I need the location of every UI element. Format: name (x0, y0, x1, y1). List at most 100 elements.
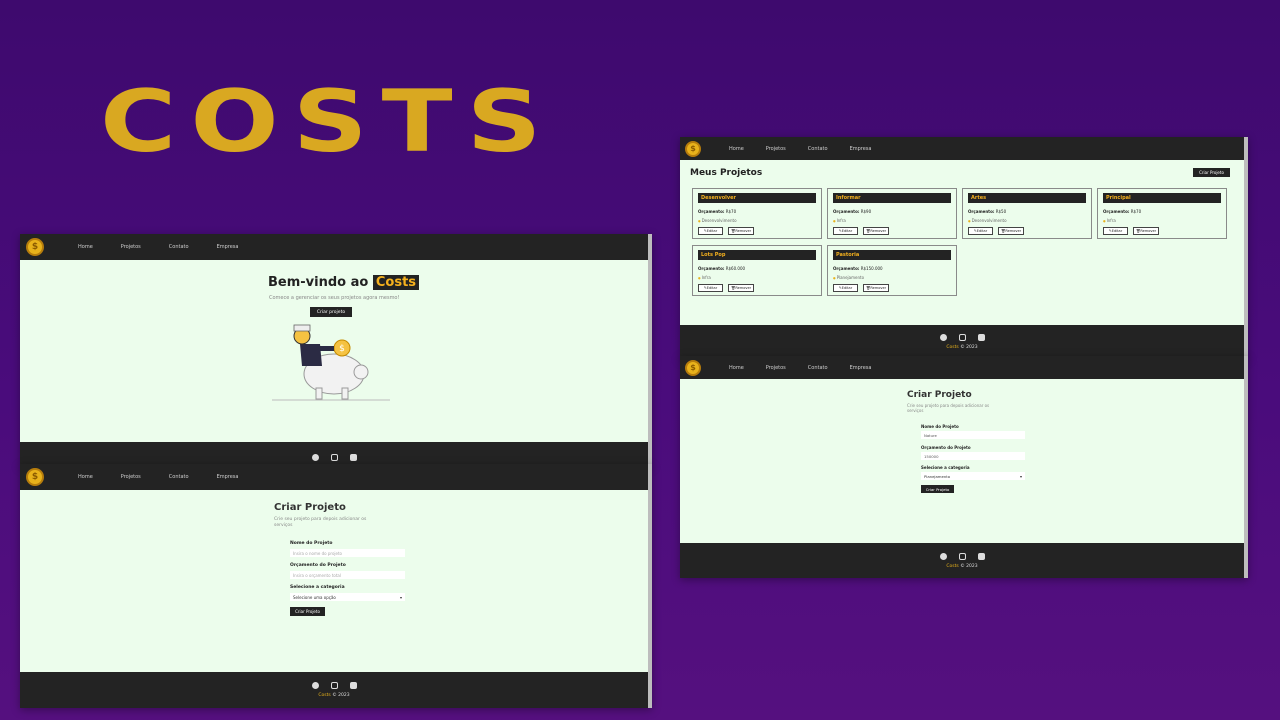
edit-project-button[interactable]: ✎Editar (1103, 227, 1128, 235)
remove-project-button[interactable]: 🗑Remover (863, 227, 889, 235)
project-budget-input[interactable]: 150000 (921, 452, 1025, 460)
linkedin-icon[interactable] (977, 334, 985, 341)
nav-link-contato[interactable]: Contato (169, 244, 189, 250)
footer-year: © 2023 (960, 563, 978, 569)
navbar: $ Home Projetos Contato Empresa (20, 234, 648, 260)
create-footer: Costs © 2023 (20, 672, 648, 708)
category-select-value: Planejamento (924, 473, 951, 479)
category-text: Infra (836, 218, 846, 223)
nav-link-projetos[interactable]: Projetos (121, 244, 141, 250)
form-subtitle: Crie seu projeto para depois adicionar o… (907, 403, 990, 413)
facebook-icon[interactable] (939, 334, 947, 341)
form-subtitle: Crie seu projeto para depois adicionar o… (274, 517, 367, 528)
category-select[interactable]: Selecione uma opção ▾ (290, 593, 405, 601)
category-label: Selecione a categoria (290, 585, 345, 590)
project-card-category: ● Planejamento (833, 275, 864, 280)
nav-link-empresa[interactable]: Empresa (850, 365, 872, 371)
nav-link-empresa[interactable]: Empresa (217, 244, 239, 250)
edit-project-button[interactable]: ✎Editar (968, 227, 993, 235)
edit-project-button[interactable]: ✎Editar (833, 227, 858, 235)
project-card-category: ● Desenvolvimento (698, 218, 737, 223)
copyright-text: Costs © 2023 (946, 564, 977, 569)
remove-project-button[interactable]: 🗑Remover (728, 227, 754, 235)
nav-link-empresa[interactable]: Empresa (217, 474, 239, 480)
instagram-icon[interactable] (958, 334, 966, 341)
nav-link-home[interactable]: Home (78, 474, 93, 480)
nav-link-contato[interactable]: Contato (169, 474, 189, 480)
edit-project-button[interactable]: ✎Editar (833, 284, 858, 292)
project-card-category: ● Desenvolvimento (968, 218, 1007, 223)
instagram-icon[interactable] (330, 453, 338, 461)
project-card-category: ● Infra (698, 275, 711, 280)
criar-projeto-submit-button[interactable]: Criar Projeto (290, 607, 325, 616)
facebook-icon[interactable] (311, 453, 319, 461)
instagram-icon[interactable] (330, 682, 338, 689)
nav-link-contato[interactable]: Contato (808, 365, 828, 371)
category-label: Selecione a categoria (921, 465, 970, 470)
nav-link-projetos[interactable]: Projetos (121, 474, 141, 480)
linkedin-icon[interactable] (349, 453, 357, 461)
project-budget-input[interactable]: Insira o orçamento total (290, 571, 405, 579)
edit-project-button[interactable]: ✎Editar (698, 284, 723, 292)
category-text: Desenvolvimento (971, 218, 1007, 223)
footer-year: © 2023 (332, 693, 350, 698)
category-text: Infra (1106, 218, 1116, 223)
project-card-title: Lots Pop (698, 250, 816, 260)
project-card-budget: Orçamento: R$70 (1103, 209, 1141, 214)
nav-link-home[interactable]: Home (729, 365, 744, 371)
budget-value: R$150.000 (860, 266, 883, 271)
facebook-icon[interactable] (939, 552, 947, 560)
coin-logo-icon[interactable]: $ (26, 238, 44, 256)
budget-label: Orçamento: (1103, 209, 1130, 214)
project-name-label: Nome do Projeto (290, 541, 333, 546)
coin-logo-icon[interactable]: $ (685, 359, 701, 376)
nav-links: Home Projetos Contato Empresa (78, 474, 238, 480)
criar-projeto-submit-button[interactable]: Criar Projeto (921, 485, 954, 493)
nav-links: Home Projetos Contato Empresa (78, 244, 238, 250)
project-card-title: Informar (833, 193, 951, 203)
projects-screenshot: $ Home Projetos Contato Empresa Meus Pro… (680, 137, 1248, 359)
budget-label: Orçamento: (833, 209, 860, 214)
project-card: Lots Pop Orçamento: R$60.000 ● Infra ✎Edita… (692, 245, 822, 296)
create-project-screenshot: $ Home Projetos Contato Empresa Criar Pr… (20, 464, 652, 708)
project-name-input[interactable]: Insira o nome do projeto (290, 549, 405, 557)
nav-link-projetos[interactable]: Projetos (766, 365, 786, 371)
coin-logo-icon[interactable]: $ (26, 468, 44, 486)
nav-link-home[interactable]: Home (729, 146, 744, 152)
home-subtitle: Comece a gerenciar os seus projetos agor… (269, 295, 400, 301)
chevron-down-icon: ▾ (399, 594, 402, 600)
budget-label: Orçamento: (698, 266, 725, 271)
form-title: Criar Projeto (907, 390, 972, 400)
project-card: Artes Orçamento: R$50 ● Desenvolvimento ✎Ed… (962, 188, 1092, 239)
remove-project-button[interactable]: 🗑Remover (1133, 227, 1159, 235)
project-card-budget: Orçamento: R$70 (698, 209, 736, 214)
new-project-button[interactable]: Criar Projeto (1193, 168, 1230, 177)
instagram-icon[interactable] (958, 552, 966, 560)
budget-label: Orçamento: (833, 266, 860, 271)
social-links (311, 682, 357, 689)
criar-projeto-cta-button[interactable]: Criar projeto (310, 307, 352, 317)
create-filled-footer: Costs © 2023 (680, 543, 1244, 578)
footer-brand: Costs (946, 345, 959, 350)
copyright-text: Costs © 2023 (318, 693, 349, 698)
linkedin-icon[interactable] (349, 682, 357, 689)
home-title-highlight: Costs (372, 275, 420, 290)
edit-project-button[interactable]: ✎Editar (698, 227, 723, 235)
nav-link-empresa[interactable]: Empresa (850, 146, 872, 152)
remove-project-button[interactable]: 🗑Remover (998, 227, 1024, 235)
category-select[interactable]: Planejamento ▾ (921, 472, 1025, 480)
social-links (311, 453, 357, 461)
home-footer (20, 442, 648, 466)
facebook-icon[interactable] (311, 682, 319, 689)
nav-link-home[interactable]: Home (78, 244, 93, 250)
nav-link-contato[interactable]: Contato (808, 146, 828, 152)
project-card-category: ● Infra (1103, 218, 1116, 223)
nav-link-projetos[interactable]: Projetos (766, 146, 786, 152)
linkedin-icon[interactable] (977, 552, 985, 560)
coin-logo-icon[interactable]: $ (685, 140, 701, 157)
remove-project-button[interactable]: 🗑Remover (863, 284, 889, 292)
remove-project-button[interactable]: 🗑Remover (728, 284, 754, 292)
project-card-title: Pastoria (833, 250, 951, 260)
project-name-input[interactable]: Nature (921, 431, 1025, 439)
projects-footer: Costs © 2023 (680, 325, 1244, 359)
